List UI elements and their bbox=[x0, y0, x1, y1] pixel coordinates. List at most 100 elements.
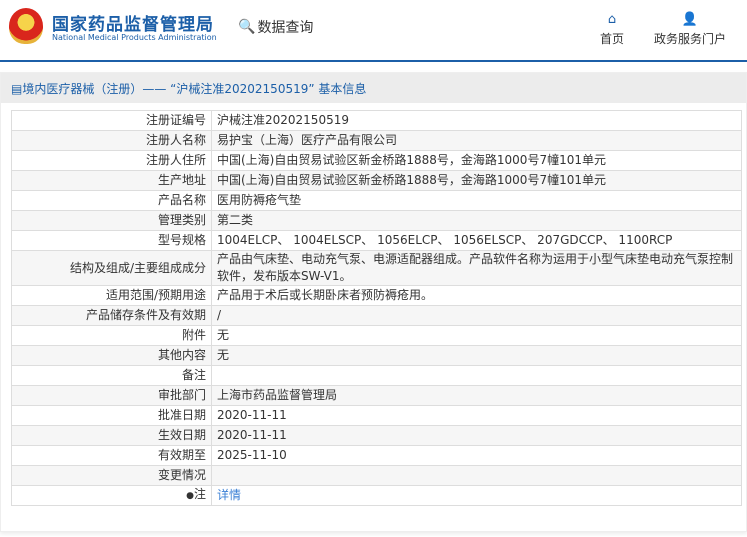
table-row: 生效日期 2020-11-11 bbox=[11, 425, 742, 446]
table-row: 附件无 bbox=[11, 325, 742, 346]
row-value: / bbox=[211, 305, 742, 326]
row-value-text: 中国(上海)自由贸易试验区新金桥路1888号，金海路1000号7幢101单元 bbox=[217, 173, 606, 187]
row-value: 2025-11-10 bbox=[211, 445, 742, 466]
row-label-text: 审批部门 bbox=[157, 388, 206, 402]
table-row: 注册证编号 沪械注准20202150519 bbox=[11, 110, 742, 131]
table-row: 型号规格 1004ELCP、 1004ELSCP、 1056ELCP、 1056E… bbox=[11, 230, 742, 251]
table-row: 生产地址 中国(上海)自由贸易试验区新金桥路1888号，金海路1000号7幢101… bbox=[11, 170, 742, 191]
search-document-icon: 🔍 bbox=[238, 19, 256, 35]
site-header: 国家药品监督管理局 National Medical Products Admi… bbox=[0, 0, 747, 62]
table-row: 注册人住所 中国(上海)自由贸易试验区新金桥路1888号，金海路1000号7幢10… bbox=[11, 150, 742, 171]
row-value: 沪械注准20202150519 bbox=[211, 110, 742, 131]
row-value: 2020-11-11 bbox=[211, 405, 742, 426]
row-label: 批准日期 bbox=[11, 405, 212, 426]
table-row: 适用范围/预期用途 产品用于术后或长期卧床者预防褥疮用。 bbox=[11, 285, 742, 306]
row-label-text: 有效期至 bbox=[157, 448, 206, 462]
row-value-text: 产品由气床垫、电动充气泵、电源适配器组成。产品软件名称为运用于小型气床垫电动充气… bbox=[217, 252, 734, 283]
row-value-text: 无 bbox=[217, 348, 230, 362]
row-label: 变更情况 bbox=[11, 465, 212, 486]
row-label-text: 管理类别 bbox=[157, 213, 206, 227]
row-value: 中国(上海)自由贸易试验区新金桥路1888号，金海路1000号7幢101单元 bbox=[211, 150, 742, 171]
nav-home[interactable]: ⌂ 首页 bbox=[600, 12, 624, 47]
row-label: ●注 bbox=[11, 485, 212, 506]
row-label-text: 注册人住所 bbox=[145, 153, 206, 167]
nav-gov-portal[interactable]: 👤 政务服务门户 bbox=[654, 12, 726, 47]
site-subtitle: National Medical Products Administration bbox=[52, 33, 217, 42]
row-label: 审批部门 bbox=[11, 385, 212, 406]
row-label-text: 其他内容 bbox=[157, 348, 206, 362]
row-value-text: 2025-11-10 bbox=[217, 448, 287, 462]
row-label-text: 型号规格 bbox=[157, 233, 206, 247]
table-row: ●注 详情 bbox=[11, 485, 742, 506]
panel-heading: ▤境内医疗器械（注册）—— “沪械注准20202150519” 基本信息 bbox=[1, 73, 746, 103]
row-value: 产品由气床垫、电动充气泵、电源适配器组成。产品软件名称为运用于小型气床垫电动充气… bbox=[211, 250, 742, 286]
row-value: 无 bbox=[211, 325, 742, 346]
row-label: 有效期至 bbox=[11, 445, 212, 466]
table-row: 结构及组成/主要组成成分 产品由气床垫、电动充气泵、电源适配器组成。产品软件名称为… bbox=[11, 250, 742, 286]
row-label: 备注 bbox=[11, 365, 212, 386]
note-icon: ● bbox=[186, 491, 194, 501]
row-label: 注册人名称 bbox=[11, 130, 212, 151]
row-value: 上海市药品监督管理局 bbox=[211, 385, 742, 406]
table-row: 注册人名称 易护宝（上海）医疗产品有限公司 bbox=[11, 130, 742, 151]
row-value-text: 中国(上海)自由贸易试验区新金桥路1888号，金海路1000号7幢101单元 bbox=[217, 153, 606, 167]
row-value-text: 2020-11-11 bbox=[217, 408, 287, 422]
table-row: 备注 bbox=[11, 365, 742, 386]
row-label-text: 生效日期 bbox=[157, 428, 206, 442]
row-value: 第二类 bbox=[211, 210, 742, 231]
row-value bbox=[211, 365, 742, 386]
row-value: 易护宝（上海）医疗产品有限公司 bbox=[211, 130, 742, 151]
national-emblem-logo bbox=[9, 8, 43, 44]
table-row: 有效期至 2025-11-10 bbox=[11, 445, 742, 466]
row-label-text: 产品名称 bbox=[157, 193, 206, 207]
details-link[interactable]: 详情 bbox=[217, 488, 241, 502]
row-value-text: 易护宝（上海）医疗产品有限公司 bbox=[217, 133, 398, 147]
user-icon: 👤 bbox=[681, 12, 699, 27]
row-label: 其他内容 bbox=[11, 345, 212, 366]
info-table: 注册证编号 沪械注准20202150519 注册人名称 易护宝（上海）医疗产品有限公司… bbox=[11, 110, 742, 506]
table-row: 变更情况 bbox=[11, 465, 742, 486]
row-value-text: 医用防褥疮气垫 bbox=[217, 193, 302, 207]
data-query-link[interactable]: 🔍 数据查询 bbox=[238, 17, 313, 37]
row-value-text: 1004ELCP、 1004ELSCP、 1056ELCP、 1056ELSCP… bbox=[217, 233, 673, 247]
row-label-text: 注 bbox=[193, 487, 206, 501]
table-row: 审批部门 上海市药品监督管理局 bbox=[11, 385, 742, 406]
table-row: 产品储存条件及有效期 / bbox=[11, 305, 742, 326]
row-label: 产品名称 bbox=[11, 190, 212, 211]
row-value-text: 无 bbox=[217, 328, 230, 342]
nav-portal-label: 政务服务门户 bbox=[654, 32, 727, 46]
table-row: 其他内容无 bbox=[11, 345, 742, 366]
row-label-text: 适用范围/预期用途 bbox=[105, 288, 206, 302]
row-value bbox=[211, 465, 742, 486]
row-value-text: 沪械注准20202150519 bbox=[217, 113, 349, 127]
row-label: 生效日期 bbox=[11, 425, 212, 446]
info-panel: ▤境内医疗器械（注册）—— “沪械注准20202150519” 基本信息 注册证… bbox=[0, 72, 747, 532]
row-label: 型号规格 bbox=[11, 230, 212, 251]
row-label-text: 生产地址 bbox=[157, 173, 206, 187]
document-icon: ▤ bbox=[11, 82, 23, 96]
table-row: 批准日期 2020-11-11 bbox=[11, 405, 742, 426]
row-value-text: 第二类 bbox=[217, 213, 254, 227]
row-label-text: 注册证编号 bbox=[145, 113, 206, 127]
table-row: 产品名称 医用防褥疮气垫 bbox=[11, 190, 742, 211]
row-label: 产品储存条件及有效期 bbox=[11, 305, 212, 326]
row-label-text: 注册人名称 bbox=[145, 133, 206, 147]
data-query-label: 数据查询 bbox=[257, 20, 314, 36]
row-label-text: 产品储存条件及有效期 bbox=[85, 308, 206, 322]
table-row: 管理类别 第二类 bbox=[11, 210, 742, 231]
row-label: 附件 bbox=[11, 325, 212, 346]
row-value: 产品用于术后或长期卧床者预防褥疮用。 bbox=[211, 285, 742, 306]
row-label: 生产地址 bbox=[11, 170, 212, 191]
row-value-text: 2020-11-11 bbox=[217, 428, 287, 442]
row-value-text: 产品用于术后或长期卧床者预防褥疮用。 bbox=[217, 288, 434, 302]
row-label: 注册证编号 bbox=[11, 110, 212, 131]
nav-home-label: 首页 bbox=[600, 32, 625, 46]
panel-heading-text: 境内医疗器械（注册）—— “沪械注准20202150519” 基本信息 bbox=[22, 82, 367, 96]
row-label: 适用范围/预期用途 bbox=[11, 285, 212, 306]
site-title: 国家药品监督管理局 bbox=[52, 15, 214, 35]
row-label: 管理类别 bbox=[11, 210, 212, 231]
row-label-text: 备注 bbox=[181, 368, 206, 382]
row-value: 中国(上海)自由贸易试验区新金桥路1888号，金海路1000号7幢101单元 bbox=[211, 170, 742, 191]
row-value: 医用防褥疮气垫 bbox=[211, 190, 742, 211]
row-value: 2020-11-11 bbox=[211, 425, 742, 446]
